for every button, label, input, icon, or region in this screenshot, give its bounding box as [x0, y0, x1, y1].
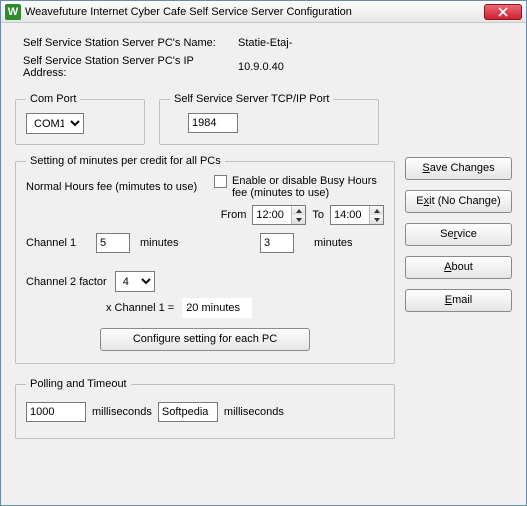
- minutes-label-2: minutes: [314, 237, 384, 249]
- channel1-label: Channel 1: [26, 237, 86, 249]
- spin-down-icon[interactable]: [291, 215, 305, 224]
- comport-legend: Com Port: [26, 93, 80, 105]
- tcpport-fieldset: Self Service Server TCP/IP Port: [159, 93, 379, 145]
- window-title: Weavefuture Internet Cyber Cafe Self Ser…: [25, 6, 484, 18]
- busy-minutes-input[interactable]: [260, 233, 294, 253]
- settings-fieldset: Setting of minutes per credit for all PC…: [15, 155, 395, 364]
- spin-up-icon[interactable]: [369, 206, 383, 215]
- to-time-input[interactable]: [331, 206, 369, 224]
- server-ip-label: Self Service Station Server PC's IP Addr…: [23, 55, 238, 79]
- busy-hours-label: Enable or disable Busy Hours fee (minute…: [232, 175, 384, 199]
- minutes-label-1: minutes: [140, 237, 179, 249]
- channel2-label: Channel 2 factor: [26, 276, 107, 288]
- polling-legend: Polling and Timeout: [26, 378, 131, 390]
- server-name-label: Self Service Station Server PC's Name:: [23, 37, 238, 49]
- polling-unit-2: milliseconds: [224, 406, 284, 418]
- service-button[interactable]: Service: [405, 223, 512, 246]
- polling-input-2[interactable]: [158, 402, 218, 422]
- email-button[interactable]: Email: [405, 289, 512, 312]
- polling-fieldset: Polling and Timeout milliseconds millise…: [15, 378, 395, 439]
- polling-input-1[interactable]: [26, 402, 86, 422]
- button-column: Save Changes Exit (No Change) Service Ab…: [405, 155, 512, 364]
- server-ip-value: 10.9.0.40: [238, 61, 284, 73]
- about-button[interactable]: About: [405, 256, 512, 279]
- comport-fieldset: Com Port COM1: [15, 93, 145, 145]
- settings-legend: Setting of minutes per credit for all PC…: [26, 155, 225, 167]
- channel2-select[interactable]: 4: [115, 271, 155, 292]
- close-icon: [498, 7, 508, 17]
- from-time-input[interactable]: [253, 206, 291, 224]
- server-info: Self Service Station Server PC's Name: S…: [23, 37, 512, 79]
- exit-button[interactable]: Exit (No Change): [405, 190, 512, 213]
- app-icon: W: [5, 4, 21, 20]
- busy-hours-checkbox[interactable]: [214, 175, 227, 188]
- tcpport-input[interactable]: [188, 113, 238, 133]
- from-time-spinner[interactable]: [252, 205, 306, 225]
- server-name-value: Statie-Etaj-: [238, 37, 292, 49]
- configure-per-pc-button[interactable]: Configure setting for each PC: [100, 328, 310, 351]
- comport-select[interactable]: COM1: [26, 113, 84, 134]
- tcpport-legend: Self Service Server TCP/IP Port: [170, 93, 333, 105]
- save-button[interactable]: Save Changes: [405, 157, 512, 180]
- normal-hours-label: Normal Hours fee (mimutes to use): [26, 181, 197, 193]
- close-button[interactable]: [484, 4, 522, 20]
- window-body: Self Service Station Server PC's Name: S…: [1, 23, 526, 449]
- xchan-result: [182, 298, 252, 318]
- spin-up-icon[interactable]: [291, 206, 305, 215]
- channel1-input[interactable]: [96, 233, 130, 253]
- xchan-label: x Channel 1 =: [106, 302, 174, 314]
- spin-down-icon[interactable]: [369, 215, 383, 224]
- titlebar: W Weavefuture Internet Cyber Cafe Self S…: [1, 1, 526, 23]
- config-window: W Weavefuture Internet Cyber Cafe Self S…: [0, 0, 527, 506]
- polling-unit-1: milliseconds: [92, 406, 152, 418]
- from-label: From: [221, 209, 247, 221]
- to-time-spinner[interactable]: [330, 205, 384, 225]
- to-label: To: [312, 209, 324, 221]
